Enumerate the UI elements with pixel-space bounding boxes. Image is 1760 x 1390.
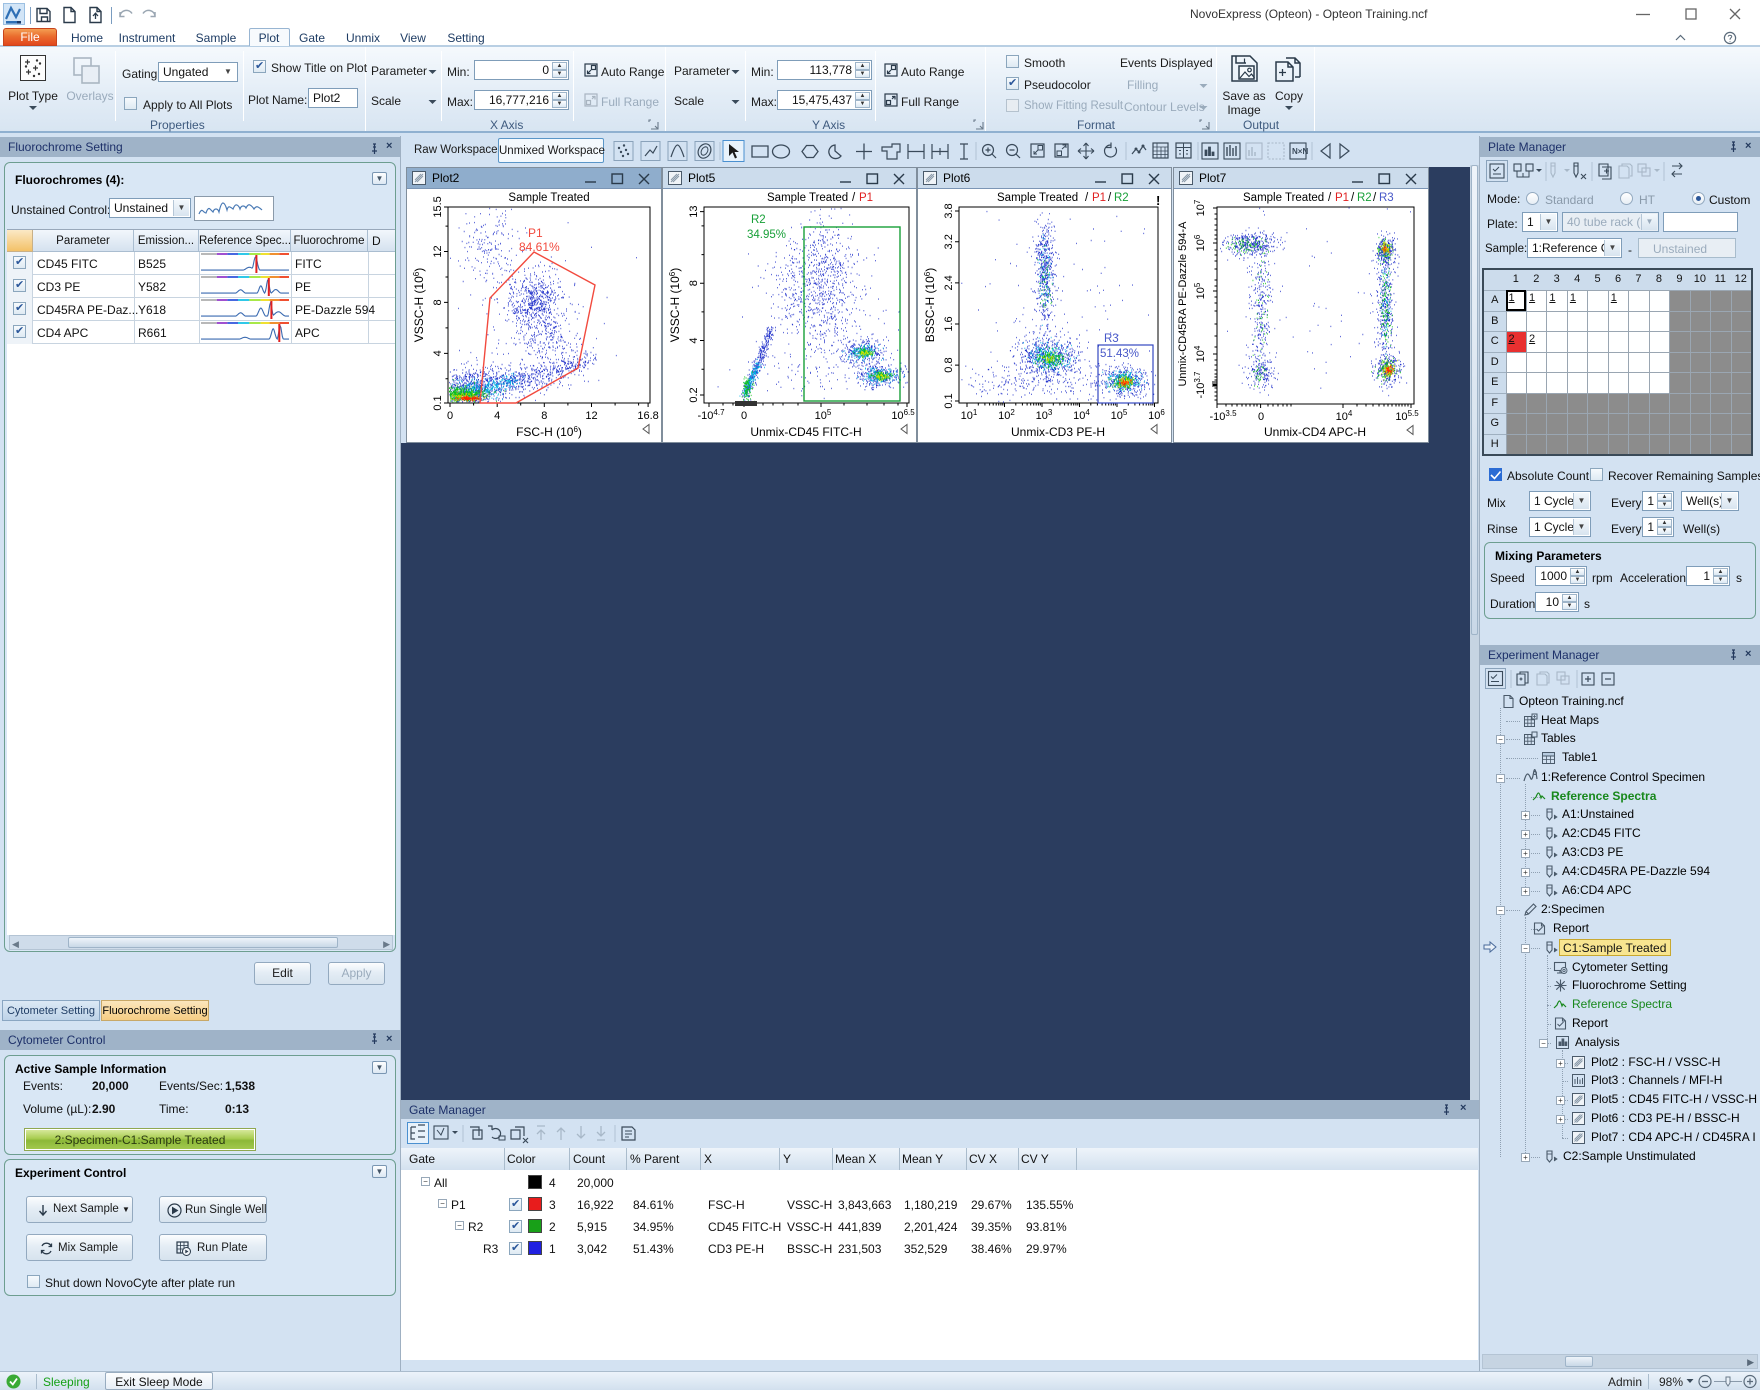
- svg-text:P1: P1: [528, 226, 543, 240]
- svg-text:Unmix-CD45 FITC-H: Unmix-CD45 FITC-H: [750, 425, 861, 439]
- svg-text:0.1: 0.1: [432, 395, 444, 410]
- svg-text:Sample Treated: Sample Treated: [997, 192, 1078, 204]
- svg-text:105: 105: [815, 408, 832, 422]
- svg-text:3.8: 3.8: [943, 203, 955, 218]
- svg-text:106: 106: [1148, 408, 1165, 422]
- svg-text:/: /: [1351, 192, 1355, 204]
- svg-text:15.5: 15.5: [432, 196, 444, 217]
- svg-text:0.2: 0.2: [688, 387, 700, 402]
- svg-text:105.5: 105.5: [1395, 409, 1419, 423]
- svg-text:R2: R2: [1357, 192, 1372, 204]
- svg-text:16.8: 16.8: [637, 410, 658, 422]
- svg-text:102: 102: [998, 408, 1015, 422]
- svg-text:12: 12: [432, 245, 444, 257]
- svg-text:R2: R2: [1114, 192, 1129, 204]
- svg-text:8: 8: [688, 280, 700, 286]
- svg-text:P1: P1: [1092, 192, 1106, 204]
- svg-text:104: 104: [1336, 409, 1353, 423]
- svg-text:34.95%: 34.95%: [747, 229, 786, 241]
- svg-text:P1: P1: [1335, 192, 1349, 204]
- svg-text:Unmix-CD45RA PE-Dazzle 594-A: Unmix-CD45RA PE-Dazzle 594-A: [1177, 221, 1189, 387]
- svg-text:8: 8: [432, 299, 444, 305]
- svg-text:107: 107: [1193, 199, 1207, 216]
- svg-text:0.8: 0.8: [943, 357, 955, 372]
- svg-text:!: !: [1156, 193, 1160, 208]
- svg-text:N×N: N×N: [1292, 147, 1308, 156]
- svg-text:R2: R2: [751, 214, 766, 226]
- svg-text:0: 0: [447, 410, 453, 422]
- svg-text:P1: P1: [859, 192, 873, 204]
- svg-text:FSC-H (106): FSC-H (106): [516, 425, 582, 439]
- svg-text:/: /: [1085, 192, 1089, 204]
- svg-text:VSSC-H (106): VSSC-H (106): [668, 268, 682, 342]
- svg-text:0.1: 0.1: [943, 393, 955, 408]
- svg-text:-103.5: -103.5: [1209, 409, 1237, 423]
- svg-text:84.61%: 84.61%: [519, 240, 560, 254]
- svg-text:-103.7: -103.7: [1193, 371, 1207, 399]
- svg-text:/: /: [852, 192, 856, 204]
- svg-text:3.2: 3.2: [943, 234, 955, 249]
- svg-text:105: 105: [1111, 408, 1128, 422]
- svg-text:8: 8: [541, 410, 547, 422]
- svg-text:101: 101: [961, 408, 978, 422]
- svg-text:4: 4: [688, 337, 700, 343]
- svg-text:1.6: 1.6: [943, 316, 955, 331]
- svg-text:51.43%: 51.43%: [1100, 348, 1139, 360]
- svg-text:-104.7: -104.7: [697, 408, 725, 422]
- svg-text:13: 13: [688, 205, 700, 217]
- svg-text:VSSC-H (106): VSSC-H (106): [412, 268, 426, 342]
- svg-text:R3: R3: [1379, 192, 1394, 204]
- svg-text:Unmix-CD4 APC-H: Unmix-CD4 APC-H: [1264, 425, 1366, 439]
- svg-text:Sample Treated: Sample Treated: [508, 192, 589, 204]
- svg-text:Unmix-CD3 PE-H: Unmix-CD3 PE-H: [1011, 425, 1105, 439]
- svg-text:0: 0: [741, 410, 747, 422]
- svg-text:106: 106: [1193, 234, 1207, 251]
- svg-text:/: /: [1108, 192, 1112, 204]
- svg-text:12: 12: [585, 410, 597, 422]
- svg-text:BSSC-H (106): BSSC-H (106): [923, 268, 937, 342]
- svg-text:0: 0: [1258, 411, 1264, 423]
- svg-text:/: /: [1373, 192, 1377, 204]
- svg-text:Sample Treated: Sample Treated: [1243, 192, 1324, 204]
- svg-text:105: 105: [1193, 282, 1207, 299]
- svg-text:2.4: 2.4: [943, 275, 955, 290]
- svg-text:/: /: [1328, 192, 1332, 204]
- svg-text:R3: R3: [1104, 333, 1119, 345]
- svg-text:104: 104: [1193, 345, 1207, 362]
- svg-text:4: 4: [432, 350, 444, 356]
- svg-text:104: 104: [1073, 408, 1090, 422]
- svg-text:106.5: 106.5: [891, 408, 915, 422]
- svg-text:Sample Treated: Sample Treated: [767, 192, 848, 204]
- svg-text:103: 103: [1036, 408, 1053, 422]
- svg-text:4: 4: [494, 410, 500, 422]
